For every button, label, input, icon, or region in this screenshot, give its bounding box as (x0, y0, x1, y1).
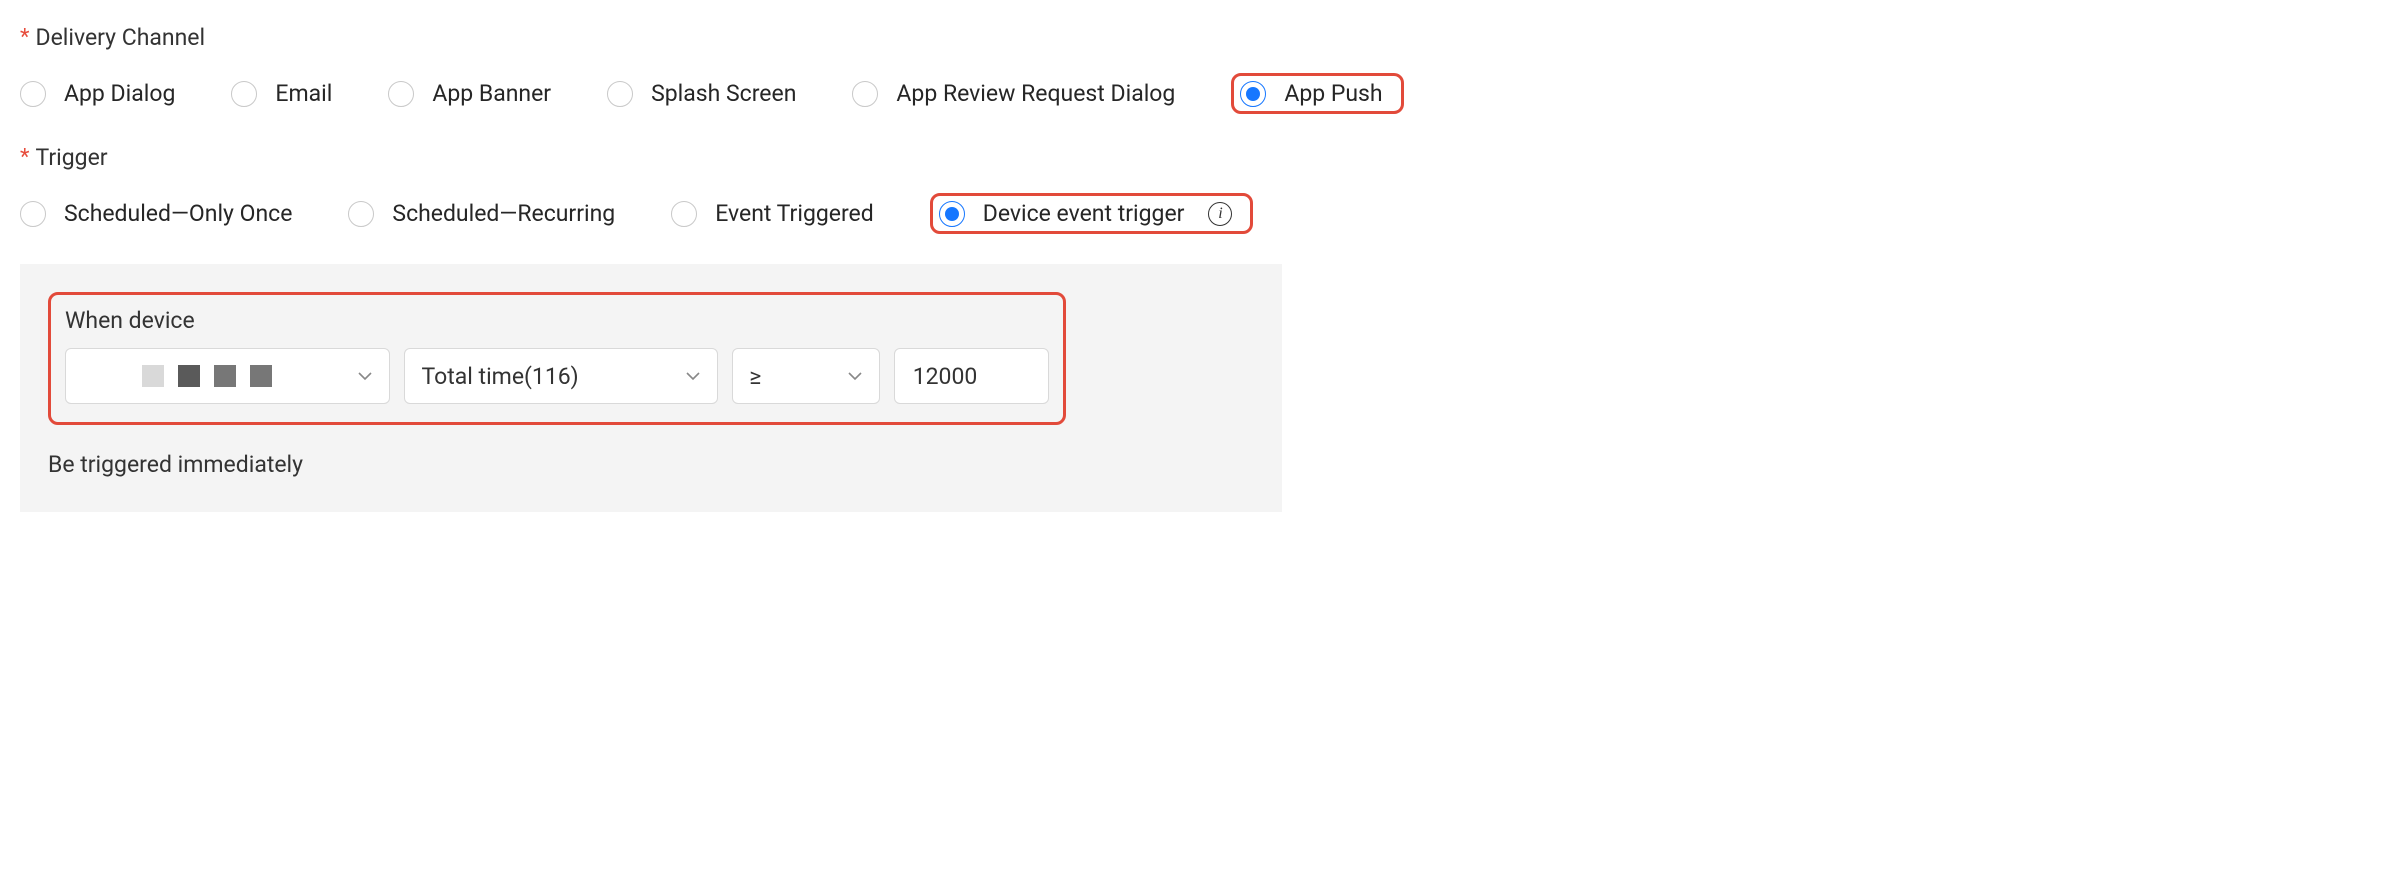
delivery-channel-label: * Delivery Channel (20, 24, 2384, 51)
trigger-options: Scheduled—Only Once Scheduled—Recurring … (20, 193, 2384, 234)
operator-select-value: ≥ (749, 363, 761, 390)
radio-icon (852, 81, 878, 107)
value-input-wrapper (894, 348, 1049, 404)
chevron-down-icon (847, 368, 863, 384)
radio-label: Scheduled—Recurring (392, 200, 615, 227)
info-icon[interactable]: i (1208, 202, 1232, 226)
required-asterisk: * (20, 25, 29, 50)
radio-label: Event Triggered (715, 200, 874, 227)
delivery-channel-label-text: Delivery Channel (35, 24, 205, 51)
condition-row: Total time(116) ≥ (65, 348, 1049, 404)
value-input[interactable] (911, 362, 1032, 391)
radio-icon (348, 201, 374, 227)
radio-icon (607, 81, 633, 107)
operator-select[interactable]: ≥ (732, 348, 879, 404)
radio-icon (20, 81, 46, 107)
metric-select[interactable]: Total time(116) (404, 348, 718, 404)
radio-label: App Banner (432, 80, 551, 107)
radio-app-push[interactable]: App Push (1240, 80, 1382, 107)
highlight-condition-row: When device Total time(116) (48, 292, 1066, 425)
radio-label: Email (275, 80, 332, 107)
trigger-label: * Trigger (20, 144, 2384, 171)
redacted-device-value (142, 365, 272, 387)
radio-label: App Push (1284, 80, 1382, 107)
radio-scheduled-recurring[interactable]: Scheduled—Recurring (348, 200, 615, 227)
device-condition-panel: When device Total time(116) (20, 264, 1282, 512)
radio-icon-checked (1240, 81, 1266, 107)
required-asterisk: * (20, 145, 29, 170)
radio-app-banner[interactable]: App Banner (388, 80, 551, 107)
radio-icon (20, 201, 46, 227)
radio-label: App Dialog (64, 80, 175, 107)
metric-select-value: Total time(116) (421, 363, 578, 390)
radio-app-dialog[interactable]: App Dialog (20, 80, 175, 107)
radio-device-event-trigger[interactable]: Device event trigger i (939, 200, 1233, 227)
radio-icon-checked (939, 201, 965, 227)
trigger-timing-text: Be triggered immediately (48, 451, 1254, 478)
delivery-channel-options: App Dialog Email App Banner Splash Scree… (20, 73, 2384, 114)
radio-splash-screen[interactable]: Splash Screen (607, 80, 796, 107)
chevron-down-icon (357, 368, 373, 384)
radio-icon (388, 81, 414, 107)
trigger-label-text: Trigger (35, 144, 107, 171)
radio-label: Device event trigger (983, 200, 1185, 227)
radio-email[interactable]: Email (231, 80, 332, 107)
radio-label: Splash Screen (651, 80, 796, 107)
radio-scheduled-once[interactable]: Scheduled—Only Once (20, 200, 292, 227)
radio-event-triggered[interactable]: Event Triggered (671, 200, 874, 227)
radio-app-review-request[interactable]: App Review Request Dialog (852, 80, 1175, 107)
highlight-device-event-trigger: Device event trigger i (930, 193, 1254, 234)
device-select[interactable] (65, 348, 390, 404)
radio-icon (231, 81, 257, 107)
highlight-app-push: App Push (1231, 73, 1403, 114)
radio-label: Scheduled—Only Once (64, 200, 292, 227)
chevron-down-icon (685, 368, 701, 384)
radio-icon (671, 201, 697, 227)
condition-title: When device (65, 307, 1049, 334)
radio-label: App Review Request Dialog (896, 80, 1175, 107)
